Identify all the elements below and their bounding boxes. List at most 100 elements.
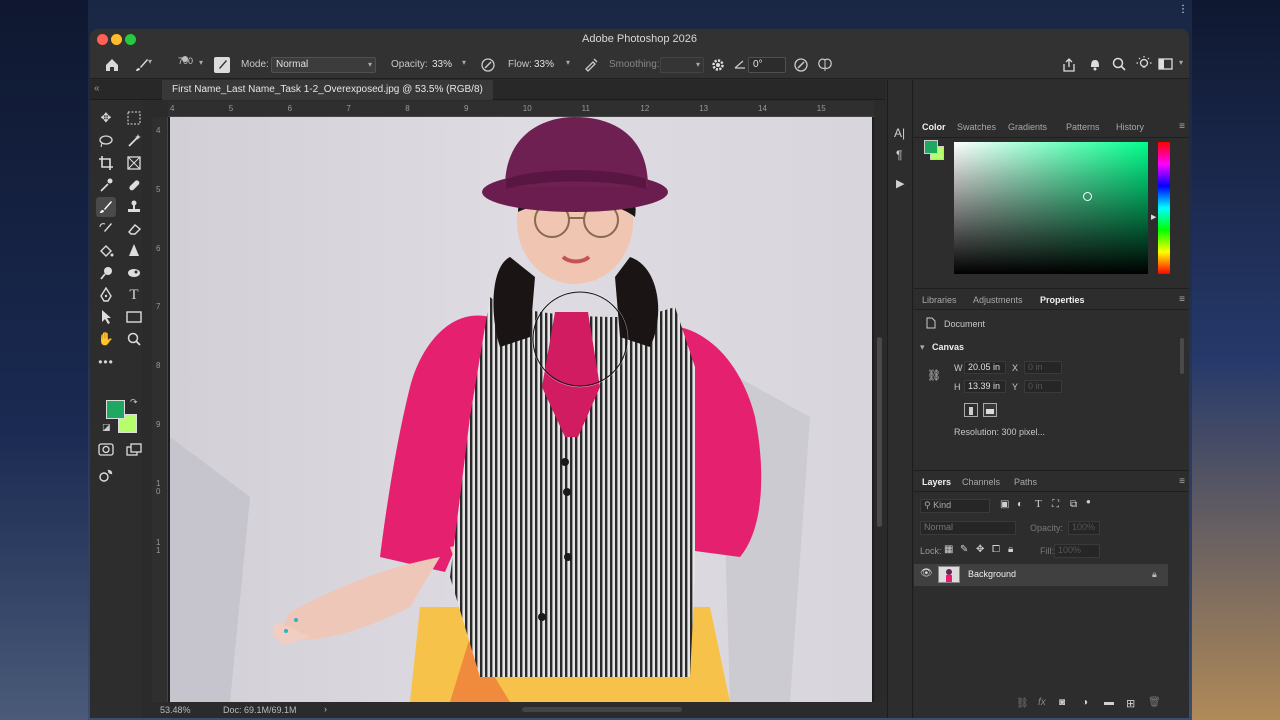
brush-preset-chevron-icon[interactable]: ▾ [199,58,203,67]
panel-menu-icon[interactable]: ≡ [1179,116,1185,138]
lock-artboard-icon[interactable]: ⧠ [992,544,1000,555]
link-icon[interactable]: ⛓ [927,369,941,382]
tab-swatches[interactable]: Swatches [957,116,996,138]
edit-toolbar-icon[interactable] [96,466,116,486]
document-tab[interactable]: First Name_Last Name_Task 1-2_Overexpose… [162,80,493,100]
paragraph-panel-icon[interactable]: ¶ [896,148,902,162]
flow-value[interactable]: 33% [534,51,554,79]
color-field[interactable] [954,142,1148,274]
tab-gradients[interactable]: Gradients [1008,116,1047,138]
vertical-scrollbar[interactable] [874,117,885,702]
add-mask-icon[interactable]: ◙ [1059,697,1065,708]
eraser-tool-icon[interactable] [124,219,144,239]
tab-history[interactable]: History [1116,116,1144,138]
more-tools-icon[interactable]: ••• [96,352,116,372]
opacity-value[interactable]: 33% [432,51,452,79]
marquee-tool-icon[interactable] [124,108,144,128]
home-icon[interactable] [103,56,121,74]
tab-libraries[interactable]: Libraries [922,289,957,311]
eyedropper-tool-icon[interactable] [96,175,116,195]
healing-brush-tool-icon[interactable] [124,175,144,195]
more-vertical-icon[interactable]: ⋮ [1178,5,1188,18]
swap-colors-icon[interactable]: ↷ [130,397,138,408]
tab-paths[interactable]: Paths [1014,471,1037,493]
lock-all-icon[interactable]: 🔒︎ [1008,544,1013,555]
share-icon[interactable] [1060,56,1078,74]
blend-mode-dropdown[interactable]: Normal [920,521,1016,535]
zoom-tool-icon[interactable] [124,329,144,349]
lock-position-icon[interactable]: ✥ [976,544,984,555]
filter-shape-icon[interactable]: ⛶ [1052,499,1059,510]
mode-dropdown[interactable]: Normal ▾ [271,57,376,73]
opacity-chevron-icon[interactable]: ▾ [462,58,466,67]
properties-scrollbar[interactable] [1180,338,1184,374]
type-tool-icon[interactable]: T [124,285,144,305]
x-field[interactable]: 0 in [1024,361,1062,374]
filter-pixel-icon[interactable]: ▣ [1000,499,1009,510]
airbrush-icon[interactable] [582,56,600,74]
sponge-tool-icon[interactable] [124,263,144,283]
workspace-chevron-icon[interactable]: ▾ [1179,58,1183,67]
stamp-tool-icon[interactable] [124,197,144,217]
hue-slider[interactable] [1158,142,1170,274]
color-panel-fg-swatch[interactable] [924,140,938,154]
new-layer-icon[interactable]: ⊞ [1126,697,1135,710]
zoom-level[interactable]: 53.48% [160,705,191,715]
height-field[interactable]: 13.39 in [964,380,1006,393]
layer-filter-kind[interactable]: ⚲ Kind [920,499,990,513]
scroll-thumb[interactable] [877,337,882,527]
color-picker-cursor[interactable] [1083,192,1092,201]
filter-smart-object-icon[interactable]: ⧉ [1070,499,1077,510]
angle-field[interactable]: 0° [748,57,786,73]
screen-mode-icon[interactable] [124,440,144,460]
tab-layers[interactable]: Layers [922,471,951,493]
width-field[interactable]: 20.05 in [964,361,1006,374]
history-brush-tool-icon[interactable] [96,219,116,239]
tab-channels[interactable]: Channels [962,471,1000,493]
canvas-section-title[interactable]: Canvas [932,342,964,352]
frame-tool-icon[interactable] [124,153,144,173]
visibility-eye-icon[interactable]: 👁︎ [920,568,933,579]
blur-tool-icon[interactable] [124,241,144,261]
horizontal-scrollbar[interactable] [522,707,682,712]
dodge-tool-icon[interactable] [96,263,116,283]
canvas-area[interactable] [168,117,874,702]
default-colors-icon[interactable]: ◪ [102,422,111,433]
lasso-tool-icon[interactable] [96,131,116,151]
fill-field[interactable]: 100% [1054,544,1100,558]
actions-play-icon[interactable]: ▶ [896,177,904,190]
pressure-opacity-icon[interactable] [479,56,497,74]
canvas-chevron-icon[interactable]: ▾ [920,342,925,353]
smoothing-field[interactable]: ▾ [660,57,704,73]
filter-toggle-icon[interactable]: ● [1086,497,1091,506]
layer-style-icon[interactable]: fx [1038,697,1046,708]
search-icon[interactable] [1111,56,1127,72]
delete-layer-icon[interactable]: 🗑︎ [1148,697,1161,708]
link-layers-icon[interactable]: ⛓ [1016,698,1029,709]
new-group-icon[interactable]: ▬ [1104,697,1114,708]
y-field[interactable]: 0 in [1024,380,1062,393]
lock-image-icon[interactable]: ✎ [960,544,968,555]
brush-tool-icon[interactable] [96,197,116,217]
pen-tool-icon[interactable] [96,285,116,305]
tab-properties[interactable]: Properties [1040,289,1085,311]
document-image[interactable] [170,117,872,702]
adjustment-layer-icon[interactable]: ◑ [1082,697,1088,708]
quick-mask-icon[interactable] [96,440,116,460]
gear-icon[interactable] [709,56,727,74]
path-selection-tool-icon[interactable] [96,307,116,327]
pressure-size-icon[interactable] [792,56,810,74]
flow-chevron-icon[interactable]: ▾ [566,58,570,67]
layer-lock-icon[interactable]: 🔒︎ [1152,569,1157,580]
paint-bucket-tool-icon[interactable] [96,241,116,261]
foreground-color-swatch[interactable] [106,400,125,419]
layer-name[interactable]: Background [968,569,1016,579]
layer-row-background[interactable]: 👁︎ Background 🔒︎ [914,564,1168,586]
lock-transparent-icon[interactable]: ▦ [944,544,953,555]
filter-type-icon[interactable]: T [1035,498,1042,510]
collapse-toolbar-icon[interactable]: « [94,83,100,94]
tab-adjustments[interactable]: Adjustments [973,289,1023,311]
character-panel-icon[interactable]: A| [894,126,905,140]
layer-opacity-field[interactable]: 100% [1068,521,1100,535]
filter-adjustment-icon[interactable]: ◐ [1017,499,1023,510]
